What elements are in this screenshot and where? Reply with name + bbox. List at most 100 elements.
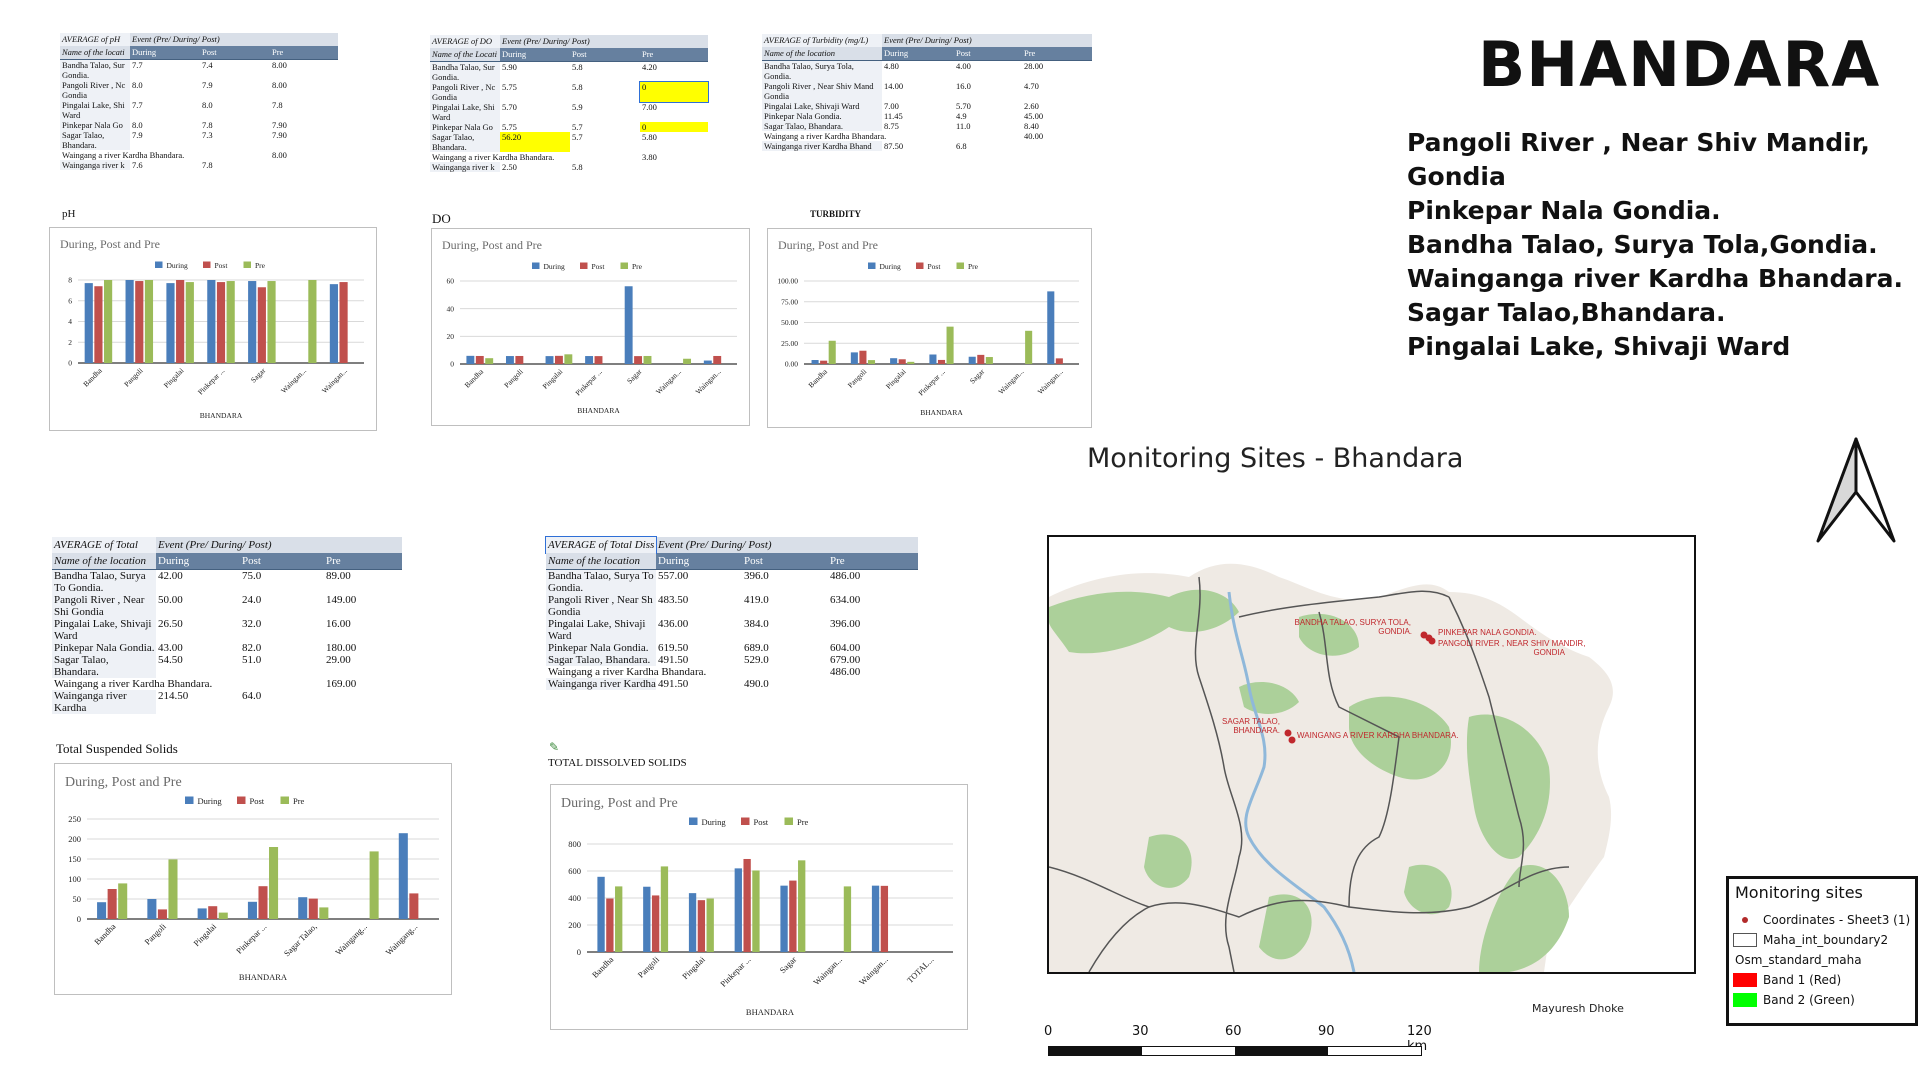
column-header[interactable]: Name of the location bbox=[52, 553, 156, 569]
value-cell[interactable]: 29.00 bbox=[324, 654, 402, 678]
column-header[interactable]: During bbox=[156, 553, 240, 569]
value-cell[interactable]: 43.00 bbox=[156, 642, 240, 654]
value-cell[interactable]: 4.9 bbox=[954, 111, 1022, 121]
value-cell[interactable]: 82.0 bbox=[240, 642, 324, 654]
column-header[interactable]: Name of the location bbox=[546, 553, 656, 569]
value-cell[interactable]: 8.00 bbox=[270, 150, 338, 160]
column-header[interactable]: Pre bbox=[324, 553, 402, 569]
location-cell[interactable]: Sagar Talao, Bhandara. bbox=[762, 121, 882, 131]
location-cell[interactable]: Wainganga river Kardha bbox=[546, 678, 656, 690]
location-cell[interactable]: Pingalai Lake, Shivaji Ward bbox=[762, 101, 882, 111]
value-cell[interactable]: 180.00 bbox=[324, 642, 402, 654]
value-cell[interactable]: 45.00 bbox=[1022, 111, 1092, 121]
value-cell[interactable]: 491.50 bbox=[656, 678, 742, 690]
value-cell[interactable]: 42.00 bbox=[156, 570, 240, 594]
column-header[interactable]: Name of the locati bbox=[60, 46, 130, 59]
location-cell[interactable]: Pinkepar Nala Gondia. bbox=[52, 642, 156, 654]
value-cell[interactable]: 5.7 bbox=[570, 132, 640, 152]
value-cell[interactable] bbox=[1022, 141, 1092, 151]
table-event-cell[interactable]: Event (Pre/ During/ Post) bbox=[656, 537, 918, 553]
table-title-cell[interactable]: AVERAGE of DO bbox=[430, 35, 500, 48]
location-cell[interactable]: Pangoli River , Near Shiv Mand Gondia bbox=[762, 81, 882, 101]
value-cell[interactable]: 4.80 bbox=[882, 61, 954, 81]
value-cell[interactable] bbox=[324, 690, 402, 714]
value-cell[interactable]: 5.70 bbox=[954, 101, 1022, 111]
column-header[interactable]: Post bbox=[240, 553, 324, 569]
value-cell[interactable]: 26.50 bbox=[156, 618, 240, 642]
value-cell[interactable]: 5.8 bbox=[570, 82, 640, 102]
value-cell[interactable]: 436.00 bbox=[656, 618, 742, 642]
location-cell[interactable]: Pinkepar Nala Go bbox=[60, 120, 130, 130]
value-cell[interactable]: 8.40 bbox=[1022, 121, 1092, 131]
value-cell[interactable]: 87.50 bbox=[882, 141, 954, 151]
table-title-cell[interactable]: AVERAGE of Total Diss bbox=[545, 536, 657, 554]
value-cell[interactable]: 7.4 bbox=[200, 60, 270, 80]
value-cell[interactable]: 28.00 bbox=[1022, 61, 1092, 81]
column-header[interactable]: Pre bbox=[270, 46, 338, 59]
value-cell[interactable]: 5.75 bbox=[500, 82, 570, 102]
table-event-cell[interactable]: Event (Pre/ During/ Post) bbox=[882, 34, 1092, 47]
value-cell[interactable]: 490.0 bbox=[742, 678, 828, 690]
site-marker[interactable] bbox=[1284, 729, 1292, 737]
value-cell[interactable]: 32.0 bbox=[240, 618, 324, 642]
value-cell[interactable]: 0 bbox=[640, 122, 708, 132]
location-cell[interactable]: Bandha Talao, Surya Tola, Gondia. bbox=[762, 61, 882, 81]
column-header[interactable]: Name of the Locati bbox=[430, 48, 500, 61]
location-cell[interactable]: Wainganga river Kardha bbox=[52, 690, 156, 714]
value-cell[interactable]: 56.20 bbox=[500, 132, 570, 152]
column-header[interactable]: Pre bbox=[828, 553, 918, 569]
table-title-cell[interactable]: AVERAGE of pH bbox=[60, 33, 130, 46]
value-cell[interactable]: 7.00 bbox=[882, 101, 954, 111]
value-cell[interactable]: 5.80 bbox=[640, 132, 708, 152]
value-cell[interactable]: 689.0 bbox=[742, 642, 828, 654]
table-title-cell[interactable]: AVERAGE of Total Susp bbox=[52, 537, 156, 553]
value-cell[interactable]: 491.50 bbox=[656, 654, 742, 666]
location-cell[interactable]: Bandha Talao, Sur Gondia. bbox=[60, 60, 130, 80]
location-cell[interactable]: Bandha Talao, Surya To Gondia. bbox=[546, 570, 656, 594]
column-header[interactable]: Post bbox=[570, 48, 640, 61]
value-cell[interactable]: 5.9 bbox=[570, 102, 640, 122]
value-cell[interactable]: 6.8 bbox=[954, 141, 1022, 151]
location-cell[interactable]: Waingang a river Kardha Bhandara. bbox=[60, 150, 270, 160]
do-chart[interactable]: During, Post and Pre During Post Pre 0 20 40 60… bbox=[431, 228, 750, 426]
location-cell[interactable]: Sagar Talao, Bhandara. bbox=[60, 130, 130, 150]
value-cell[interactable]: 7.90 bbox=[270, 120, 338, 130]
map-frame[interactable]: BANDHA TALAO, SURYA TOLA, GONDIA. PINKEP… bbox=[1047, 535, 1696, 974]
column-header[interactable]: Post bbox=[742, 553, 828, 569]
value-cell[interactable]: 5.7 bbox=[570, 122, 640, 132]
value-cell[interactable]: 7.00 bbox=[640, 102, 708, 122]
value-cell[interactable]: 619.50 bbox=[656, 642, 742, 654]
value-cell[interactable]: 11.0 bbox=[954, 121, 1022, 131]
value-cell[interactable]: 483.50 bbox=[656, 594, 742, 618]
location-cell[interactable]: Pangoli River , Near Sh Gondia bbox=[546, 594, 656, 618]
location-cell[interactable]: Sagar Talao, Bhandara. bbox=[52, 654, 156, 678]
table-title-cell[interactable]: AVERAGE of Turbidity (mg/L) bbox=[762, 34, 882, 47]
site-marker[interactable] bbox=[1428, 637, 1436, 645]
value-cell[interactable] bbox=[640, 162, 708, 172]
value-cell[interactable]: 214.50 bbox=[156, 690, 240, 714]
location-cell[interactable]: Bandha Talao, Surya To Gondia. bbox=[52, 570, 156, 594]
value-cell[interactable]: 7.7 bbox=[130, 100, 200, 120]
value-cell[interactable]: 7.8 bbox=[200, 120, 270, 130]
location-cell[interactable]: Sagar Talao, Bhandara. bbox=[546, 654, 656, 666]
column-header[interactable]: During bbox=[882, 47, 954, 60]
value-cell[interactable] bbox=[828, 678, 918, 690]
value-cell[interactable]: 11.45 bbox=[882, 111, 954, 121]
value-cell[interactable]: 4.20 bbox=[640, 62, 708, 82]
value-cell[interactable]: 8.0 bbox=[200, 100, 270, 120]
table-event-cell[interactable]: Event (Pre/ During/ Post) bbox=[156, 537, 402, 553]
value-cell[interactable]: 8.00 bbox=[270, 60, 338, 80]
location-cell[interactable]: Pinkepar Nala Gondia. bbox=[762, 111, 882, 121]
value-cell[interactable]: 529.0 bbox=[742, 654, 828, 666]
value-cell[interactable]: 7.90 bbox=[270, 130, 338, 150]
location-cell[interactable]: Wainganga river k bbox=[430, 162, 500, 172]
table-event-cell[interactable]: Event (Pre/ During/ Post) bbox=[130, 33, 338, 46]
value-cell[interactable]: 7.3 bbox=[200, 130, 270, 150]
location-cell[interactable]: Pinkepar Nala Gondia. bbox=[546, 642, 656, 654]
value-cell[interactable]: 0 bbox=[639, 81, 709, 103]
value-cell[interactable]: 75.0 bbox=[240, 570, 324, 594]
value-cell[interactable]: 7.6 bbox=[130, 160, 200, 170]
column-header[interactable]: During bbox=[500, 48, 570, 61]
value-cell[interactable]: 486.00 bbox=[828, 666, 918, 678]
location-cell[interactable]: Bandha Talao, Sur Gondia. bbox=[430, 62, 500, 82]
